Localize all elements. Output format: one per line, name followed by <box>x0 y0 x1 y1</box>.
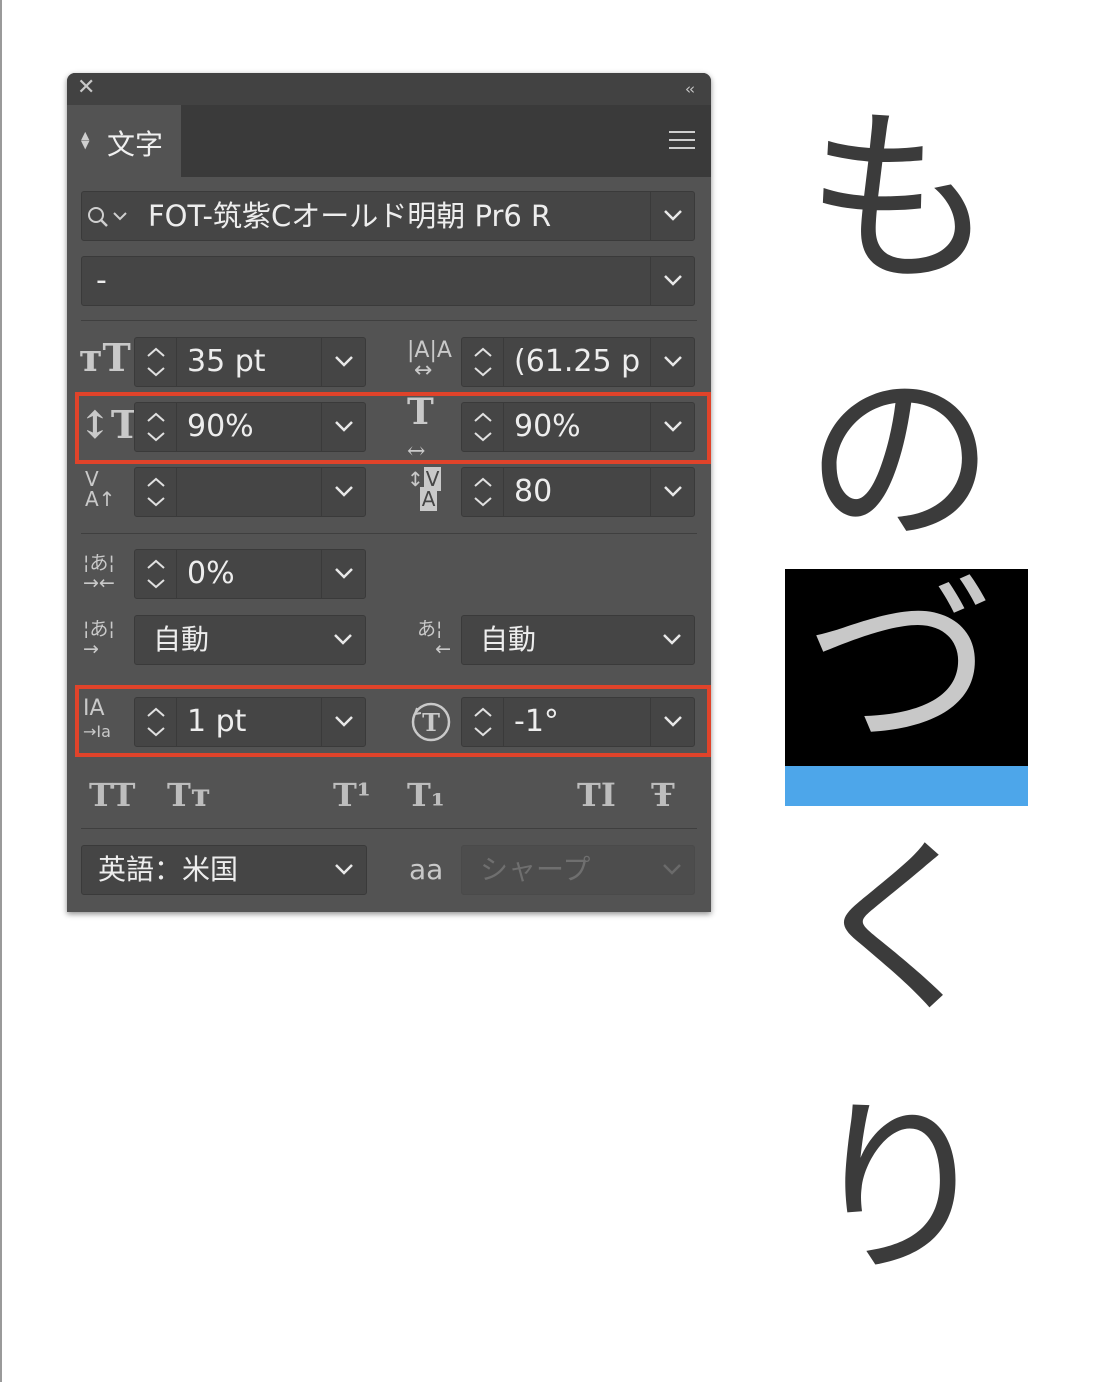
leading-value: (61.25 p <box>514 344 641 379</box>
leading-field[interactable]: (61.25 p <box>461 337 695 387</box>
language-dropdown[interactable]: 英語：米国 <box>81 845 367 895</box>
chevron-down-icon[interactable] <box>322 846 366 894</box>
language-value: 英語：米国 <box>98 853 239 886</box>
font-family-value: FOT-筑紫Cオールド明朝 Pr6 R <box>148 199 552 233</box>
antialias-icon: aa <box>409 853 444 886</box>
antialias-value: シャープ <box>480 853 591 886</box>
canvas-char-mo: も <box>805 89 996 310</box>
chevron-down-icon[interactable] <box>650 616 694 664</box>
tsume-field[interactable]: 0% <box>134 549 366 599</box>
aki-right-value: 自動 <box>480 623 537 656</box>
tsume-icon: ¦あ¦ →← <box>83 552 115 594</box>
leading-icon: |A|A ↔ <box>407 338 452 383</box>
font-family-dropdown[interactable]: FOT-筑紫Cオールド明朝 Pr6 R <box>81 191 695 241</box>
antialias-dropdown: シャープ <box>461 845 695 895</box>
canvas-char-ku: く <box>805 819 996 1040</box>
highlight-scale-row <box>75 392 711 464</box>
kerning-stepper[interactable] <box>135 468 177 516</box>
separator <box>81 533 697 534</box>
font-size-icon: ᴛT <box>79 335 131 380</box>
panel-menu-icon[interactable] <box>669 131 695 151</box>
search-icon <box>88 207 127 227</box>
chevron-down-icon[interactable] <box>650 257 694 305</box>
underline-button[interactable]: TI <box>577 776 616 814</box>
tracking-field[interactable]: 80 <box>461 467 695 517</box>
highlight-shift-rotation-row <box>75 685 711 757</box>
tsume-stepper[interactable] <box>135 550 177 598</box>
tab-character[interactable]: ▲ ▼ 文字 <box>67 105 181 177</box>
canvas-char-no: の <box>805 349 996 570</box>
superscript-button[interactable]: T¹ <box>333 776 371 814</box>
aki-right-dropdown[interactable]: 自動 <box>461 615 695 665</box>
chevron-down-icon[interactable] <box>650 338 694 386</box>
chevron-down-icon[interactable] <box>321 468 365 516</box>
aki-left-icon: ¦あ¦ → <box>83 618 115 660</box>
separator <box>81 320 697 321</box>
collapse-icon[interactable]: ‹‹ <box>685 80 695 98</box>
font-size-stepper[interactable] <box>135 338 177 386</box>
font-size-field[interactable]: 35 pt <box>134 337 366 387</box>
aki-right-icon: あ¦ ← <box>417 618 452 660</box>
character-panel: ✕ ‹‹ ▲ ▼ 文字 FOT-筑紫Cオールド明朝 Pr6 R - ᴛT 35 p… <box>67 73 711 912</box>
font-size-value: 35 pt <box>187 344 266 379</box>
aki-left-value: 自動 <box>153 623 210 656</box>
tracking-value: 80 <box>514 474 553 509</box>
chevron-down-icon <box>650 846 694 894</box>
tab-expand-icon: ▲ ▼ <box>81 129 90 151</box>
tracking-icon: ↕ V A <box>407 467 442 511</box>
kerning-icon: V A↑ <box>85 467 116 511</box>
panel-titlebar: ✕ ‹‹ <box>67 73 711 105</box>
panel-tab-row: ▲ ▼ 文字 <box>67 105 711 177</box>
chevron-down-icon[interactable] <box>321 616 365 664</box>
selected-char-box[interactable]: づ <box>785 569 1028 766</box>
subscript-button[interactable]: T₁ <box>407 776 445 814</box>
chevron-down-icon[interactable] <box>650 192 694 240</box>
canvas-char-ri: り <box>805 1079 996 1300</box>
leading-stepper[interactable] <box>462 338 504 386</box>
chevron-down-icon[interactable] <box>321 550 365 598</box>
small-caps-button[interactable]: Tт <box>167 776 211 814</box>
strikethrough-button[interactable]: Ŧ <box>651 776 675 814</box>
tab-label: 文字 <box>107 128 164 161</box>
all-caps-button[interactable]: TT <box>89 776 135 814</box>
tracking-stepper[interactable] <box>462 468 504 516</box>
separator <box>81 828 697 829</box>
tsume-value: 0% <box>187 556 235 591</box>
chevron-down-icon[interactable] <box>650 468 694 516</box>
aki-left-dropdown[interactable]: 自動 <box>134 615 366 665</box>
kerning-field[interactable] <box>134 467 366 517</box>
selection-bar <box>785 766 1028 806</box>
chevron-down-icon[interactable] <box>321 338 365 386</box>
font-style-dropdown[interactable]: - <box>81 256 695 306</box>
canvas-char-zu: づ <box>805 569 996 766</box>
close-icon[interactable]: ✕ <box>77 77 95 99</box>
canvas-left-edge <box>0 0 2 1382</box>
font-style-value: - <box>96 263 107 298</box>
